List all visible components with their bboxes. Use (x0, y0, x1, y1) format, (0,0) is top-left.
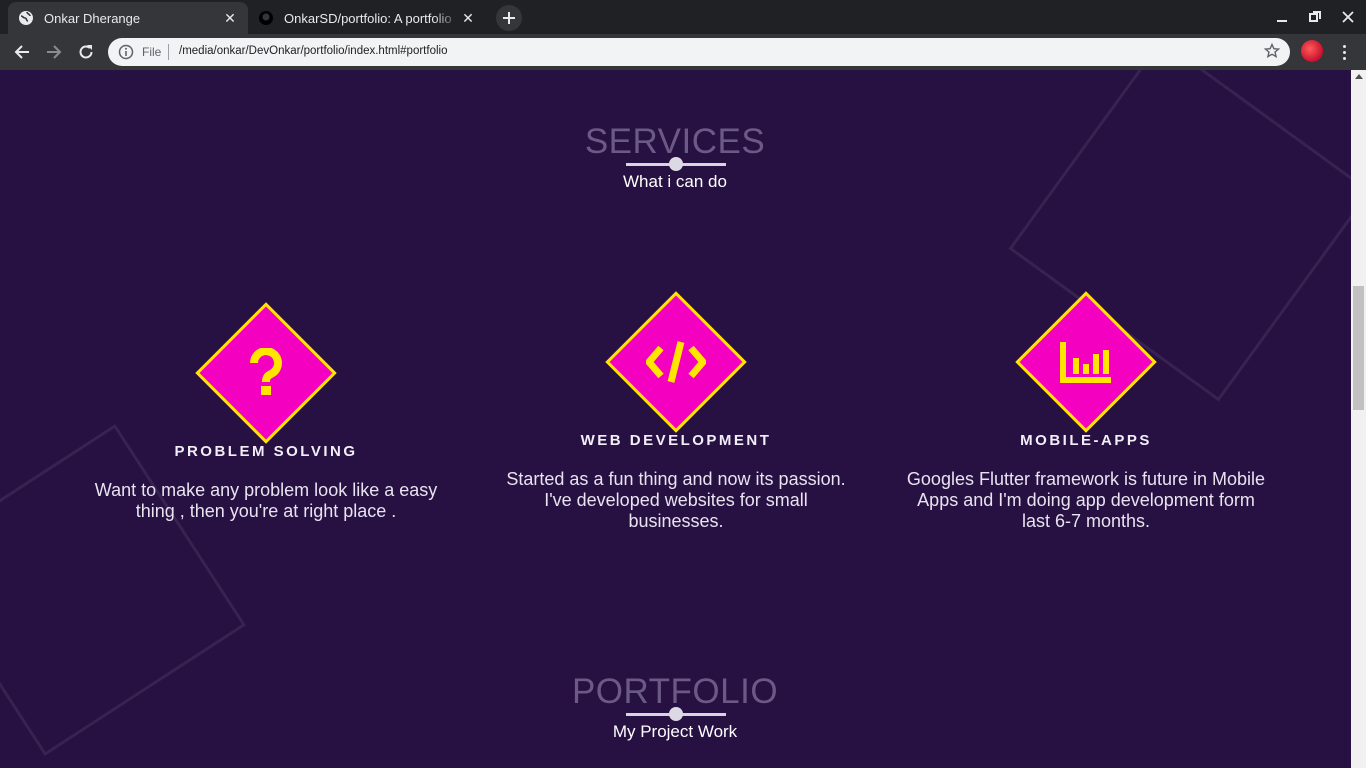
tab-title: Onkar Dherange (44, 10, 141, 26)
tab-title: OnkarSD/portfolio: A portfolio (284, 10, 452, 26)
url-text[interactable]: /media/onkar/DevOnkar/portfolio/index.ht… (179, 45, 447, 57)
back-button[interactable] (8, 38, 36, 66)
bar-chart-icon (1056, 332, 1116, 392)
minimize-button[interactable] (1266, 0, 1298, 34)
menu-dot (1342, 44, 1346, 48)
service-title: PROBLEM SOLVING (174, 443, 358, 460)
profile-avatar[interactable] (1301, 40, 1323, 62)
services-subtitle: What i can do (623, 172, 727, 191)
chrome-menu-button[interactable] (1334, 38, 1354, 66)
service-title: MOBILE-APPS (1020, 432, 1152, 449)
tab-onkar-dherange[interactable]: Onkar Dherange ✕ (8, 2, 248, 34)
services-underline-dot (669, 157, 683, 171)
close-window-button[interactable] (1332, 0, 1364, 34)
portfolio-underline-dot (669, 707, 683, 721)
service-description: Googles Flutter framework is future in M… (906, 469, 1266, 531)
globe-icon (18, 10, 34, 26)
code-icon (646, 332, 706, 392)
github-icon (258, 10, 274, 26)
arrow-left-icon (14, 45, 29, 59)
background-square-left (0, 424, 246, 756)
divider (168, 44, 169, 60)
portfolio-subtitle: My Project Work (612, 722, 738, 741)
browser-toolbar: File /media/onkar/DevOnkar/portfolio/ind… (0, 34, 1366, 70)
close-tab-icon[interactable]: ✕ (460, 10, 476, 26)
reload-icon (79, 45, 93, 59)
menu-dot (1342, 50, 1346, 54)
restore-button[interactable] (1299, 0, 1331, 34)
tab-github-portfolio[interactable]: OnkarSD/portfolio: A portfolio ✕ (248, 2, 486, 34)
address-bar[interactable]: File /media/onkar/DevOnkar/portfolio/ind… (108, 38, 1290, 66)
scheme-label: File (142, 45, 162, 59)
reload-button[interactable] (72, 38, 100, 66)
info-icon[interactable] (118, 44, 134, 65)
menu-dot (1342, 56, 1346, 60)
portfolio-heading: PORTFOLIO (571, 672, 779, 711)
scroll-up-arrow[interactable] (1355, 74, 1363, 79)
page-viewport: SERVICES What i can do PROBLEM SOLVING W… (0, 70, 1366, 768)
bookmark-star-icon[interactable] (1263, 42, 1281, 64)
close-icon (1342, 11, 1354, 23)
plus-icon (503, 12, 515, 24)
restore-icon (1309, 11, 1321, 22)
services-heading: SERVICES (584, 122, 766, 161)
minimize-icon (1277, 20, 1287, 22)
close-tab-icon[interactable]: ✕ (222, 10, 238, 26)
forward-button[interactable] (40, 38, 68, 66)
new-tab-button[interactable] (496, 5, 522, 31)
scrollbar-thumb[interactable] (1353, 286, 1364, 410)
question-icon (236, 343, 296, 403)
arrow-right-icon (47, 45, 62, 59)
page-scrollbar[interactable] (1351, 70, 1366, 768)
service-title: WEB DEVELOPMENT (580, 432, 772, 449)
tab-strip: Onkar Dherange ✕ OnkarSD/portfolio: A po… (0, 0, 1366, 34)
service-description: Want to make any problem look like a eas… (94, 480, 438, 521)
service-description: Started as a fun thing and now its passi… (506, 469, 846, 531)
